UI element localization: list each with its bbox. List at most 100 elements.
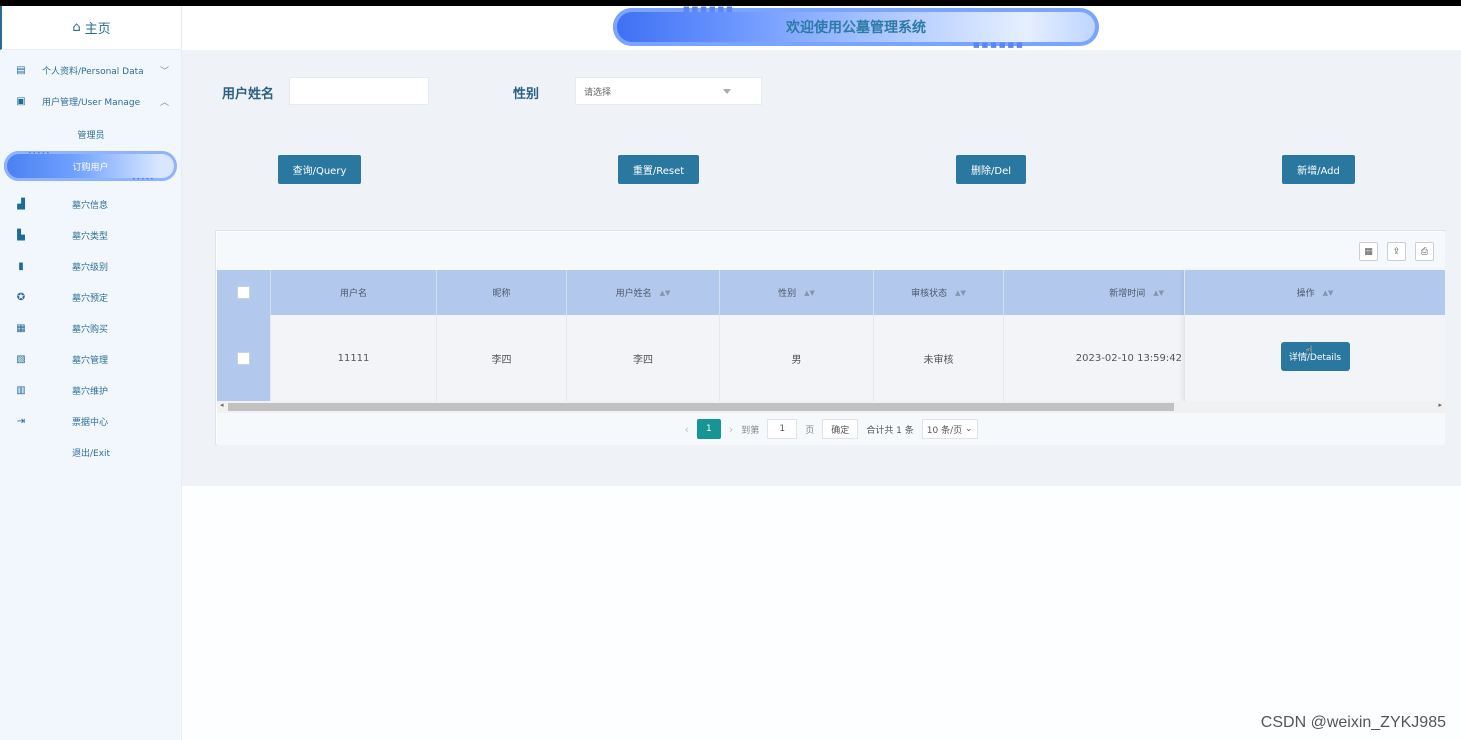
name-label: 用户姓名 bbox=[222, 87, 275, 102]
goto-label: 到第 bbox=[741, 425, 760, 436]
name-search-input[interactable] bbox=[289, 77, 429, 105]
sidebar-item-label: 个人资料/Personal Data bbox=[42, 66, 144, 77]
home-icon: ⌂ bbox=[72, 20, 81, 35]
sidebar: ⌂ 主页 ▤ 个人资料/Personal Data ﹀ ▣ 用户管理/User … bbox=[0, 6, 182, 740]
decor-dots: ■■■■■■ bbox=[683, 5, 735, 13]
cell-operation: 详情/Details bbox=[1185, 315, 1445, 401]
col-username: 用户名 bbox=[271, 270, 437, 315]
scroll-left-icon[interactable]: ◂ bbox=[220, 401, 224, 409]
decor-dots: ••••• bbox=[132, 176, 155, 183]
select-all-checkbox[interactable] bbox=[237, 286, 250, 299]
next-page-icon[interactable]: › bbox=[729, 423, 733, 436]
gender-select[interactable]: 请选择 bbox=[575, 77, 762, 105]
sidebar-item-label: 墓穴类型 bbox=[72, 231, 109, 242]
sidebar-item-label: 用户管理/User Manage bbox=[42, 97, 141, 108]
cell-status: 未审核 bbox=[874, 315, 1004, 401]
table-toolbar: ▦ ⇪ ⎙ bbox=[217, 232, 1445, 270]
chart-icon: ▙ bbox=[17, 229, 25, 241]
sidebar-item-tomb-manage[interactable]: ▧ 墓穴管理 bbox=[0, 348, 182, 370]
total-count: 合计共 1 条 bbox=[866, 425, 914, 436]
book-icon: ▥ bbox=[16, 384, 26, 396]
sidebar-item-label: 墓穴信息 bbox=[72, 200, 109, 211]
clipboard-user-icon: ▣ bbox=[16, 95, 26, 107]
sidebar-item-invoice-center[interactable]: ⇥ 票据中心 bbox=[0, 410, 182, 432]
col-status[interactable]: 审核状态 ▲▼ bbox=[874, 270, 1004, 315]
goto-page-input[interactable]: 1 bbox=[767, 419, 798, 439]
chevron-down-icon: ⌄ bbox=[965, 424, 973, 434]
page-size-select[interactable]: 10 条/页 ⌄ bbox=[921, 419, 978, 439]
sidebar-item-personal[interactable]: ▤ 个人资料/Personal Data ﹀ bbox=[0, 59, 182, 81]
row-checkbox[interactable] bbox=[237, 351, 250, 365]
col-created[interactable]: 新增时间 ▲▼ bbox=[1004, 270, 1185, 315]
sidebar-item-tomb-level[interactable]: ▮ 墓穴级别 bbox=[0, 255, 182, 277]
table-panel: ▦ ⇪ ⎙ 用户名 昵称 用户姓名 ▲▼ 性别 ▲▼ 审核状态 ▲▼ 新增时间 ▲▼ 1… bbox=[215, 230, 1445, 445]
chevron-down-icon: ﹀ bbox=[160, 66, 170, 77]
sidebar-item-tomb-purchase[interactable]: ▦ 墓穴购买 bbox=[0, 317, 182, 339]
decor-dots: ••••• bbox=[28, 150, 51, 157]
calendar-icon: ▦ bbox=[16, 322, 26, 334]
sidebar-item-label: 墓穴维护 bbox=[72, 386, 109, 397]
page-unit-label: 页 bbox=[805, 425, 815, 436]
details-button[interactable]: 详情/Details bbox=[1280, 341, 1350, 371]
bookmark-icon: ▮ bbox=[18, 260, 24, 272]
sidebar-item-label: 票据中心 bbox=[72, 417, 109, 428]
cell-realname: 李四 bbox=[567, 315, 720, 401]
export-icon[interactable]: ⇪ bbox=[1387, 242, 1406, 261]
columns-icon[interactable]: ▦ bbox=[1359, 242, 1378, 261]
sidebar-item-user-manage[interactable]: ▣ 用户管理/User Manage ︿ bbox=[0, 90, 182, 112]
row-checkbox-cell[interactable] bbox=[217, 315, 271, 401]
cell-username: 11111 bbox=[271, 315, 437, 401]
sidebar-item-label: 订购用户 bbox=[72, 162, 109, 173]
sort-icon[interactable]: ▲▼ bbox=[1323, 289, 1334, 297]
sidebar-item-label: 退出/Exit bbox=[72, 448, 111, 459]
document-icon: ▤ bbox=[16, 64, 26, 76]
reset-button[interactable]: 重置/Reset bbox=[618, 155, 699, 184]
sidebar-item-label: 墓穴购买 bbox=[72, 324, 109, 335]
sort-icon[interactable]: ▲▼ bbox=[955, 289, 966, 296]
calendar-check-icon: ▧ bbox=[16, 353, 26, 365]
query-button[interactable]: 查询/Query bbox=[278, 155, 361, 184]
sidebar-item-tomb-info[interactable]: ▟ 墓穴信息 bbox=[0, 193, 182, 215]
cell-created: 2023-02-10 13:59:42 bbox=[1004, 315, 1185, 401]
cell-nickname: 李四 bbox=[437, 315, 567, 401]
sidebar-home[interactable]: ⌂ 主页 bbox=[0, 6, 181, 50]
sort-icon[interactable]: ▲▼ bbox=[1153, 289, 1164, 296]
page-current[interactable]: 1 bbox=[696, 419, 721, 439]
sidebar-subitem-admin[interactable]: 管理员 bbox=[0, 128, 182, 141]
pagination: ‹ 1 › 到第 1 页 确定 合计共 1 条 10 条/页 ⌄ bbox=[217, 413, 1445, 445]
col-realname[interactable]: 用户姓名 ▲▼ bbox=[567, 270, 720, 315]
sidebar-item-exit[interactable]: 退出/Exit bbox=[0, 441, 182, 463]
col-operation[interactable]: 操作 ▲▼ bbox=[1185, 270, 1445, 315]
chevron-up-icon: ︿ bbox=[160, 97, 170, 108]
sidebar-item-label: 墓穴管理 bbox=[72, 355, 109, 366]
sidebar-subitem-order-user[interactable]: ••••• 订购用户 ••••• bbox=[4, 150, 177, 183]
horizontal-scrollbar[interactable]: ◂ ▸ bbox=[217, 401, 1445, 413]
scroll-right-icon[interactable]: ▸ bbox=[1438, 401, 1442, 409]
watermark: CSDN @weixin_ZYKJ985 bbox=[1260, 714, 1446, 731]
sidebar-item-tomb-reserve[interactable]: ✪ 墓穴预定 bbox=[0, 286, 182, 308]
user-gear-icon: ✪ bbox=[16, 291, 26, 303]
logout-box-icon: ⇥ bbox=[16, 415, 26, 427]
add-button[interactable]: 新增/Add bbox=[1282, 155, 1355, 184]
caret-down-icon bbox=[723, 89, 731, 94]
delete-button[interactable]: 删除/Del bbox=[956, 155, 1026, 184]
sort-icon[interactable]: ▲▼ bbox=[660, 289, 671, 296]
prev-page-icon[interactable]: ‹ bbox=[684, 423, 688, 436]
goto-confirm-button[interactable]: 确定 bbox=[822, 419, 859, 439]
sidebar-item-label: 墓穴预定 bbox=[72, 293, 109, 304]
sidebar-home-label: 主页 bbox=[84, 22, 111, 37]
hand-cursor-icon: ☝ bbox=[1305, 344, 1313, 359]
scrollbar-thumb[interactable] bbox=[228, 403, 1174, 411]
header: ■■■■■■ 欢迎使用公墓管理系统 ■■■■■■ bbox=[182, 5, 1461, 50]
select-all-checkbox-cell[interactable] bbox=[217, 270, 271, 315]
sidebar-item-label: 墓穴级别 bbox=[72, 262, 109, 273]
sidebar-item-tomb-maintain[interactable]: ▥ 墓穴维护 bbox=[0, 379, 182, 401]
title-banner: ■■■■■■ 欢迎使用公墓管理系统 ■■■■■■ bbox=[613, 5, 1099, 49]
print-icon[interactable]: ⎙ bbox=[1415, 242, 1434, 261]
sidebar-item-tomb-type[interactable]: ▙ 墓穴类型 bbox=[0, 224, 182, 246]
col-gender[interactable]: 性别 ▲▼ bbox=[720, 270, 874, 315]
sort-icon[interactable]: ▲▼ bbox=[804, 289, 815, 296]
decor-dots: ■■■■■■ bbox=[973, 41, 1025, 49]
building-icon: ▟ bbox=[17, 198, 25, 210]
cell-gender: 男 bbox=[720, 315, 874, 401]
